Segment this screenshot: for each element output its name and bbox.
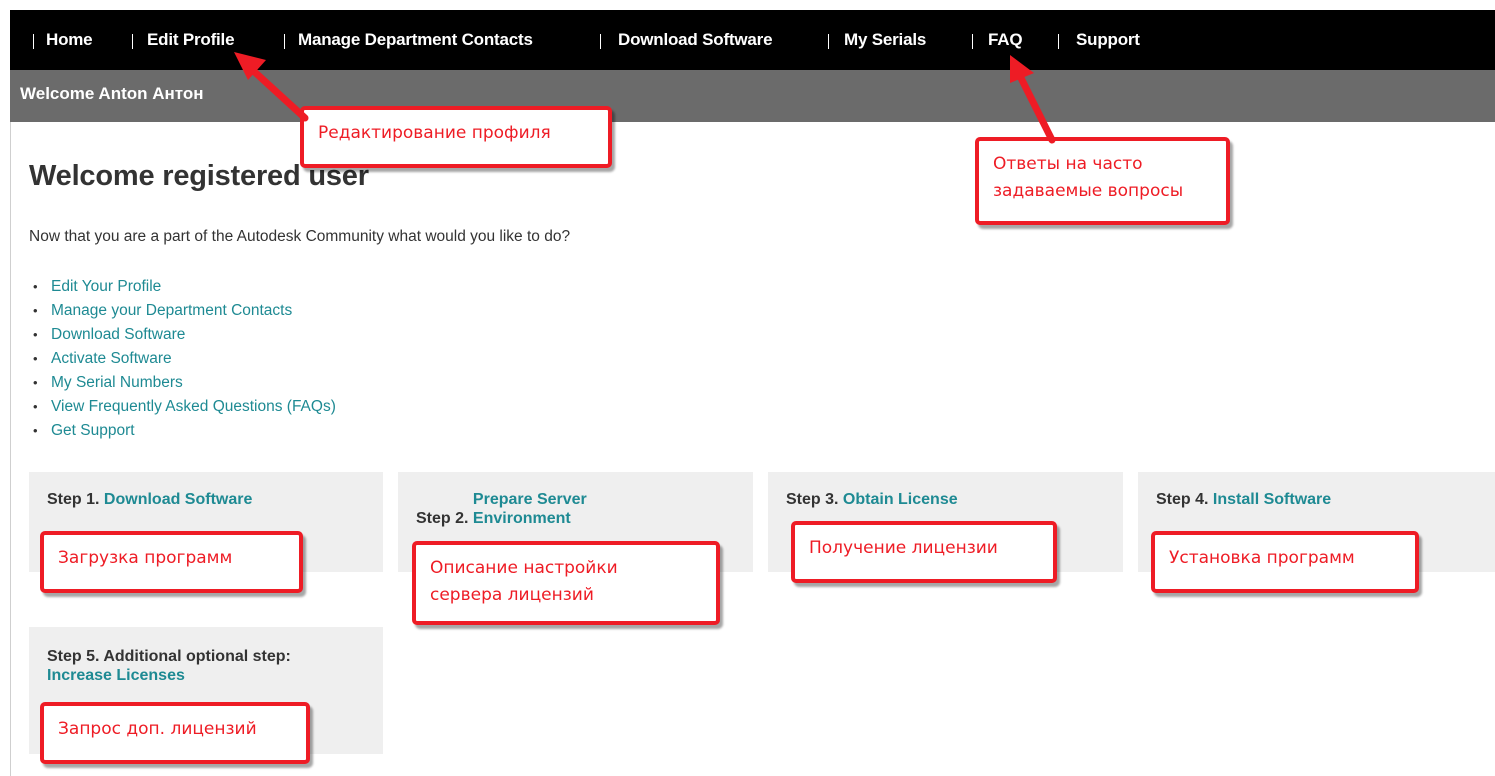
list-item: • Edit Your Profile [33,275,336,299]
nav-edit-profile[interactable]: Edit Profile [147,28,235,52]
annotation-step-3: Получение лицензии [791,521,1057,583]
bullet-icon: • [33,327,38,342]
step-5-label: Step 5. Additional optional step: [47,648,291,665]
page-left-border [10,75,11,776]
annotation-text-line: сервера лицензий [430,585,594,605]
link-download-software[interactable]: Download Software [47,326,185,343]
annotation-edit-profile: Редактирование профиля [300,106,612,168]
annotation-text: Получение лицензии [809,538,998,558]
step-2-label: Step 2. [416,510,469,527]
link-activate-software[interactable]: Activate Software [47,350,172,367]
annotation-step-2: Описание настройки сервера лицензий [412,541,720,625]
annotation-step-4: Установка программ [1151,531,1419,593]
nav-separator [132,34,133,49]
step-2-link[interactable]: Prepare Server Environment [473,490,673,528]
welcome-bar-text: Welcome Anton Антон [20,84,204,103]
step-5-link[interactable]: Increase Licenses [47,667,185,684]
bullet-icon: • [33,423,38,438]
annotation-text: Редактирование профиля [318,123,551,143]
step-4-link[interactable]: Install Software [1213,491,1331,508]
intro-text: Now that you are a part of the Autodesk … [29,228,571,245]
nav-manage-department-contacts[interactable]: Manage Department Contacts [298,28,533,52]
annotation-text: Загрузка программ [58,548,233,568]
nav-faq[interactable]: FAQ [988,28,1023,52]
nav-support[interactable]: Support [1076,28,1140,52]
annotation-step-5: Запрос доп. лицензий [40,702,310,764]
list-item: • Activate Software [33,347,336,371]
annotation-text-line: задаваемые вопросы [993,181,1184,201]
step-1-label: Step 1. [47,491,100,508]
bullet-icon: • [33,303,38,318]
link-my-serial-numbers[interactable]: My Serial Numbers [47,374,183,391]
annotation-faq: Ответы на часто задаваемые вопросы [975,137,1230,225]
bullet-icon: • [33,399,38,414]
nav-separator [1058,34,1059,49]
step-1-link[interactable]: Download Software [104,491,252,508]
annotation-text-line: Ответы на часто [993,154,1143,174]
link-manage-department-contacts[interactable]: Manage your Department Contacts [47,302,292,319]
top-navigation: Home Edit Profile Manage Department Cont… [10,10,1495,70]
nav-separator [972,34,973,49]
link-view-faqs[interactable]: View Frequently Asked Questions (FAQs) [47,398,336,415]
annotation-step-1: Загрузка программ [40,531,303,593]
nav-separator [33,34,34,49]
nav-home[interactable]: Home [46,28,93,52]
quick-links-list: • Edit Your Profile • Manage your Departme… [33,275,336,443]
nav-separator [284,34,285,49]
annotation-text: Установка программ [1169,548,1355,568]
list-item: • Download Software [33,323,336,347]
link-get-support[interactable]: Get Support [47,422,135,439]
step-3-label: Step 3. [786,491,839,508]
welcome-bar: Welcome Anton Антон [10,70,1495,122]
list-item: • Manage your Department Contacts [33,299,336,323]
annotation-text: Запрос доп. лицензий [58,719,257,739]
nav-my-serials[interactable]: My Serials [844,28,926,52]
bullet-icon: • [33,375,38,390]
nav-separator [600,34,601,49]
nav-separator [828,34,829,49]
step-4-label: Step 4. [1156,491,1209,508]
list-item: • My Serial Numbers [33,371,336,395]
link-edit-your-profile[interactable]: Edit Your Profile [47,278,161,295]
page: Home Edit Profile Manage Department Cont… [0,0,1495,776]
annotation-text-line: Описание настройки [430,558,618,578]
step-3-link[interactable]: Obtain License [843,491,958,508]
bullet-icon: • [33,279,38,294]
bullet-icon: • [33,351,38,366]
nav-download-software[interactable]: Download Software [618,28,773,52]
list-item: • View Frequently Asked Questions (FAQs) [33,395,336,419]
list-item: • Get Support [33,419,336,443]
